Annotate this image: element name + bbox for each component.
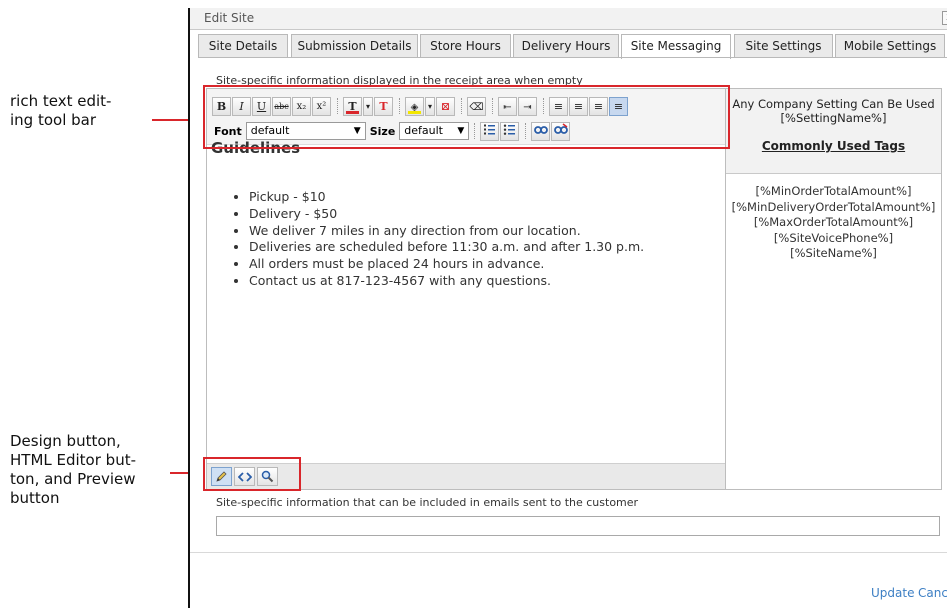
tab-delivery-hours[interactable]: Delivery Hours <box>513 34 619 58</box>
tag-item: [%MinOrderTotalAmount%] <box>755 184 912 198</box>
tag-list: [%MinOrderTotalAmount%] [%MinDeliveryOrd… <box>726 184 941 262</box>
email-info-input[interactable] <box>216 516 940 536</box>
editor-content[interactable]: Guidelines Pickup - $10 Delivery - $50 W… <box>211 139 725 463</box>
tab-underline <box>198 57 947 58</box>
tab-site-settings[interactable]: Site Settings <box>734 34 833 58</box>
tab-mobile-settings[interactable]: Mobile Settings <box>835 34 945 58</box>
tag-info-line: Any Company Setting Can Be Used <box>732 97 935 111</box>
mode-buttons-highlight-box <box>203 457 301 491</box>
tag-item: [%MinDeliveryOrderTotalAmount%] <box>731 199 936 214</box>
list-item: We deliver 7 miles in any direction from… <box>249 223 644 240</box>
cancel-button[interactable]: Canc <box>918 586 947 600</box>
tag-panel: Any Company Setting Can Be Used [%Settin… <box>726 88 942 490</box>
buttons-callout-connector <box>170 472 190 474</box>
list-item: Delivery - $50 <box>249 206 644 223</box>
email-description: Site-specific information that can be in… <box>216 496 639 509</box>
buttons-callout-line-3: ton, and Preview <box>10 470 136 488</box>
close-icon[interactable]: x <box>942 11 947 25</box>
tab-site-details[interactable]: Site Details <box>198 34 288 58</box>
tag-item: [%SiteVoicePhone%] <box>773 230 894 245</box>
tab-store-hours[interactable]: Store Hours <box>420 34 511 58</box>
list-item: Contact us at 817-123-4567 with any ques… <box>249 273 644 290</box>
list-item: Pickup - $10 <box>249 189 644 206</box>
guidelines-list: Pickup - $10 Delivery - $50 We deliver 7… <box>211 189 644 290</box>
dialog-titlebar: Edit Site <box>190 8 947 30</box>
toolbar-callout-line-1: rich text edit- <box>10 92 112 110</box>
toolbar-callout-text: rich text edit- ing tool bar <box>10 92 111 130</box>
footer-divider <box>190 552 947 553</box>
buttons-callout-line-2: HTML Editor but- <box>10 451 136 469</box>
tag-panel-header: Any Company Setting Can Be Used [%Settin… <box>726 89 941 174</box>
buttons-callout-line-1: Design button, <box>10 432 121 450</box>
tag-item: [%SiteName%] <box>790 246 877 261</box>
dialog-title: Edit Site <box>204 11 255 25</box>
toolbar-callout-line-2: ing tool bar <box>10 111 97 129</box>
commonly-used-tags-heading: Commonly Used Tags <box>761 139 906 153</box>
list-item: All orders must be placed 24 hours in ad… <box>249 256 644 273</box>
toolbar-highlight-box <box>203 85 730 149</box>
buttons-callout-text: Design button, HTML Editor but- ton, and… <box>10 432 136 508</box>
tag-item: [%MaxOrderTotalAmount%] <box>753 215 914 230</box>
update-button[interactable]: Update <box>871 586 914 600</box>
list-item: Deliveries are scheduled before 11:30 a.… <box>249 239 644 256</box>
tag-setting-name: [%SettingName%] <box>780 111 887 125</box>
tab-submission-details[interactable]: Submission Details <box>291 34 418 58</box>
buttons-callout-line-4: button <box>10 489 60 507</box>
tab-site-messaging[interactable]: Site Messaging <box>621 34 731 59</box>
